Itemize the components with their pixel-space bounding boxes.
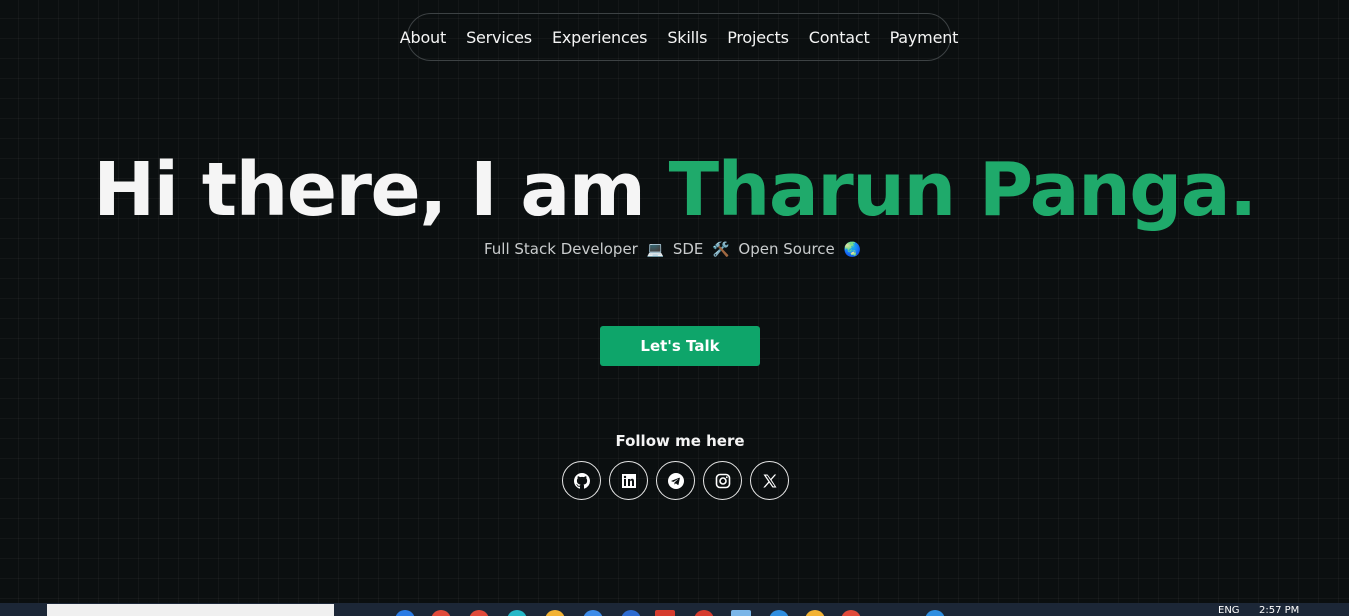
subtitle-role-opensource: Open Source: [738, 240, 835, 258]
taskbar-app-icon[interactable]: [731, 610, 751, 616]
follow-label: Follow me here: [615, 432, 745, 450]
nav-services[interactable]: Services: [456, 28, 542, 47]
taskbar-app-icon[interactable]: [694, 610, 714, 616]
taskbar-app-icon[interactable]: [621, 610, 641, 616]
hero-greeting: Hi there, I am: [93, 147, 646, 233]
linkedin-icon: [621, 473, 636, 488]
nav-projects[interactable]: Projects: [717, 28, 798, 47]
os-taskbar: ENG 2:57 PM: [0, 603, 1349, 616]
github-link[interactable]: [562, 461, 601, 500]
nav-experiences[interactable]: Experiences: [542, 28, 657, 47]
taskbar-app-icon[interactable]: [655, 610, 675, 616]
linkedin-link[interactable]: [609, 461, 648, 500]
taskbar-app-icon[interactable]: [395, 610, 415, 616]
laptop-icon: 💻: [646, 242, 665, 258]
taskbar-clock[interactable]: 2:57 PM: [1259, 606, 1299, 616]
hero-name: Tharun Panga.: [668, 147, 1258, 233]
lets-talk-button[interactable]: Let's Talk: [600, 326, 760, 366]
taskbar-app-icon[interactable]: [507, 610, 527, 616]
hero-title: Hi there, I am Tharun Panga.: [0, 148, 1349, 232]
social-links: [562, 461, 789, 500]
nav-payment[interactable]: Payment: [880, 28, 969, 47]
instagram-link[interactable]: [703, 461, 742, 500]
nav-skills[interactable]: Skills: [657, 28, 717, 47]
taskbar-app-icon[interactable]: [925, 610, 945, 616]
subtitle-role-sde: SDE: [672, 240, 704, 258]
telegram-icon: [667, 472, 684, 489]
github-icon: [573, 472, 590, 489]
taskbar-app-icon[interactable]: [805, 610, 825, 616]
taskbar-search-box[interactable]: [47, 604, 334, 616]
page: About Services Experiences Skills Projec…: [0, 0, 1349, 616]
tools-icon: 🛠️: [712, 242, 730, 258]
taskbar-app-icon[interactable]: [583, 610, 603, 616]
taskbar-app-icon[interactable]: [431, 610, 451, 616]
globe-icon: 🌏: [843, 242, 861, 258]
hero-subtitle: Full Stack Developer 💻 SDE 🛠️ Open Sourc…: [0, 240, 1349, 258]
taskbar-app-icon[interactable]: [841, 610, 861, 616]
taskbar-language[interactable]: ENG: [1218, 606, 1240, 616]
taskbar-app-icon[interactable]: [769, 610, 789, 616]
x-twitter-icon: [762, 474, 776, 487]
subtitle-role-fullstack: Full Stack Developer: [483, 240, 638, 258]
instagram-icon: [715, 473, 730, 488]
x-twitter-link[interactable]: [750, 461, 789, 500]
nav-contact[interactable]: Contact: [799, 28, 880, 47]
nav-about[interactable]: About: [390, 28, 456, 47]
taskbar-app-icon[interactable]: [469, 610, 489, 616]
taskbar-app-icon[interactable]: [545, 610, 565, 616]
top-navigation: About Services Experiences Skills Projec…: [400, 13, 958, 61]
telegram-link[interactable]: [656, 461, 695, 500]
